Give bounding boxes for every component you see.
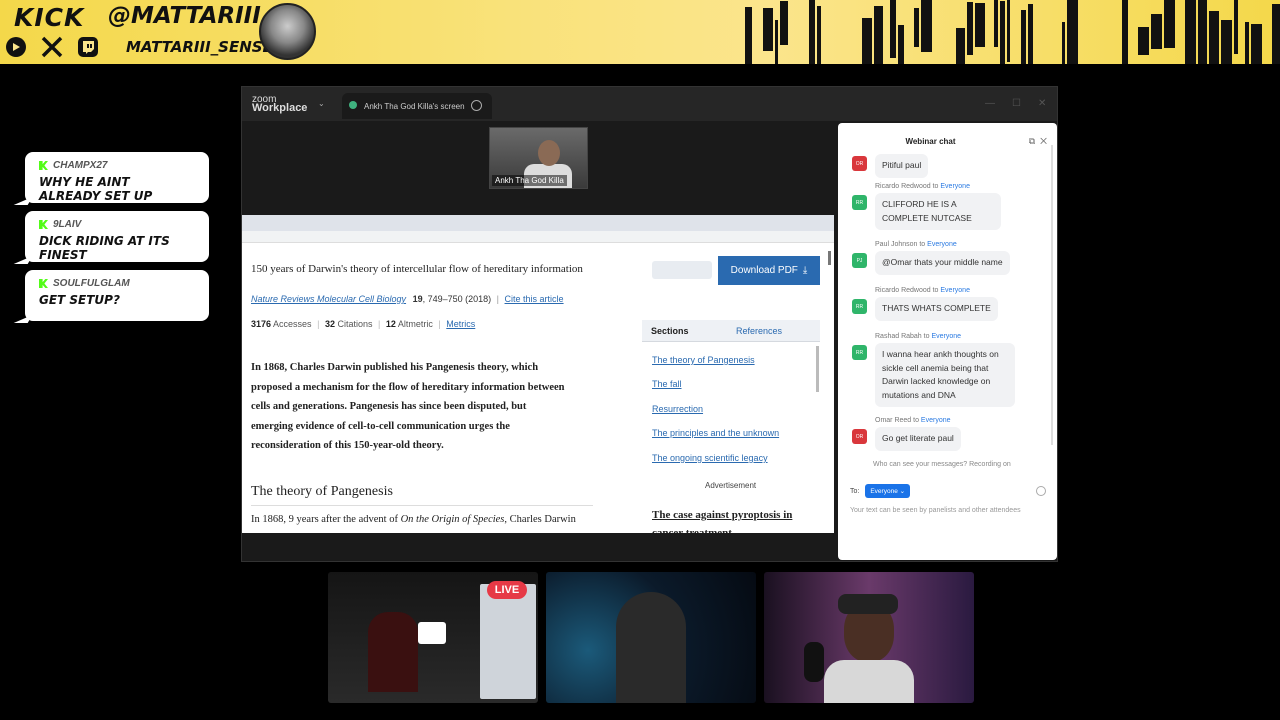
kick-logo: KICK: [14, 3, 85, 32]
minimize-button[interactable]: —: [985, 98, 995, 109]
chat-message: Ricardo Redwood to Everyone RR CLIFFORD H…: [852, 183, 1001, 230]
avatar: RR: [852, 345, 867, 360]
x-icon: [38, 35, 66, 59]
journal-link[interactable]: Nature Reviews Molecular Cell Biology: [251, 294, 406, 304]
chat-input[interactable]: Your text can be seen by panelists and o…: [850, 505, 1025, 516]
tab-sections[interactable]: Sections: [651, 326, 689, 336]
shared-screen: 150 years of Darwin's theory of intercel…: [242, 215, 834, 533]
zoom-titlebar: zoom Workplace ⌄ Ankh Tha God Killa's scr…: [242, 87, 1057, 121]
chat-username: CHAMPX27: [53, 160, 108, 171]
ad-label: Advertisement: [705, 481, 757, 490]
cam-feed-2: [546, 572, 756, 703]
twitch-icon: [74, 35, 102, 59]
popout-icon[interactable]: ⧉: [1029, 136, 1035, 146]
cite-link[interactable]: Cite this article: [505, 294, 564, 304]
tab-shared-screen[interactable]: Ankh Tha God Killa's screen: [342, 93, 492, 119]
chat-text: GET SETUP?: [39, 293, 120, 307]
live-badge: LIVE: [487, 581, 527, 599]
section-link[interactable]: Resurrection: [652, 404, 703, 414]
chat-scrollbar[interactable]: [1051, 145, 1053, 445]
section-link[interactable]: The principles and the unknown: [652, 428, 779, 438]
avatar: RR: [852, 195, 867, 210]
chat-text: DICK RIDING AT ITS FINEST: [39, 234, 170, 262]
avatar: PJ: [852, 253, 867, 268]
stop-share-icon[interactable]: [471, 100, 482, 111]
microphone: [804, 642, 824, 682]
section-link[interactable]: The ongoing scientific legacy: [652, 453, 768, 463]
speaker-name: Ankh Tha God Killa: [492, 175, 567, 186]
page-scrollbar[interactable]: [828, 251, 831, 265]
metrics-line: 3176 Accesses | 32 Citations | 12 Altmet…: [251, 319, 476, 329]
barcode-pattern: [745, 0, 1280, 64]
webinar-chat-title: Webinar chat: [905, 137, 956, 146]
avatar: OR: [852, 429, 867, 444]
webinar-chat-panel: Webinar chat ⧉ ✕ OR Pitiful paul Ricardo …: [838, 123, 1057, 560]
speaker-video: Ankh Tha God Killa: [489, 127, 588, 189]
cam-feed-3: [764, 572, 974, 703]
section-link[interactable]: The theory of Pangenesis: [652, 355, 755, 365]
ad-title-link[interactable]: The case against pyroptosis in cancer tr…: [652, 506, 822, 533]
youtube-icon: [2, 35, 30, 59]
emoji-icon[interactable]: [1036, 486, 1046, 496]
chat-message: Paul Johnson to Everyone PJ @Omar thats y…: [852, 241, 1010, 275]
overlay-chat-message: SOULFULGLAM GET SETUP?: [25, 270, 209, 321]
kick-icon: [39, 161, 48, 170]
streamer-sub-handle: MATTARIII_SENSEI: [126, 38, 279, 56]
stream-banner: KICK @MATTARIII MATTARIII_SENSEI: [0, 0, 1280, 64]
kick-icon: [39, 279, 48, 288]
chat-message: OR Pitiful paul: [852, 151, 929, 178]
chat-message: Rashad Rabah to Everyone RR I wanna hear …: [852, 333, 1015, 407]
browser-urlbar: [242, 231, 834, 243]
chat-username: 9LAIV: [53, 219, 82, 230]
overlay-chat-message: 9LAIV DICK RIDING AT ITS FINEST: [25, 211, 209, 262]
section-link[interactable]: The fall: [652, 379, 682, 389]
chevron-down-icon[interactable]: ⌄: [318, 99, 325, 108]
article-paragraph: In 1868, 9 years after the advent of On …: [251, 514, 576, 525]
share-icon: [349, 101, 357, 109]
article-abstract: In 1868, Charles Darwin published his Pa…: [251, 362, 565, 451]
monitor-icon: [418, 622, 446, 644]
close-icon[interactable]: ✕: [1040, 136, 1047, 146]
chat-username: SOULFULGLAM: [53, 278, 130, 289]
maximize-button[interactable]: ☐: [1012, 98, 1021, 109]
message-visibility-link[interactable]: Who can see your messages? Recording on: [873, 461, 1011, 468]
journal-line: Nature Reviews Molecular Cell Biology 19…: [251, 294, 564, 304]
browser-tabs: [242, 215, 834, 231]
sections-scrollbar[interactable]: [816, 346, 819, 392]
phone-screen: [480, 584, 536, 699]
recipient-select[interactable]: Everyone ⌄: [865, 484, 911, 498]
download-pdf-button[interactable]: Download PDF ⤓: [718, 256, 820, 285]
zoom-brand: zoom Workplace: [252, 94, 308, 114]
section-heading: The theory of Pangenesis: [251, 484, 393, 499]
avatar: OR: [852, 156, 867, 171]
chat-text: WHY HE AINT ALREADY SET UP: [39, 175, 153, 203]
kick-icon: [39, 220, 48, 229]
close-button[interactable]: ✕: [1038, 98, 1046, 109]
article-title: 150 years of Darwin's theory of intercel…: [251, 263, 583, 275]
overlay-chat-message: CHAMPX27 WHY HE AINT ALREADY SET UP: [25, 152, 209, 203]
tab-references[interactable]: References: [736, 326, 782, 336]
streamer-handle: @MATTARIII: [108, 3, 261, 29]
sections-tabs: Sections References: [642, 320, 820, 342]
streamer-avatar: [259, 3, 316, 60]
chat-message: Ricardo Redwood to Everyone RR THATS WHAT…: [852, 287, 998, 321]
avatar: RR: [852, 299, 867, 314]
zoom-window: zoom Workplace ⌄ Ankh Tha God Killa's scr…: [241, 86, 1058, 562]
chat-message: Omar Reed to Everyone OR Go get literate …: [852, 417, 961, 451]
recipient-row: To: Everyone ⌄: [850, 484, 911, 498]
download-icon: ⤓: [802, 265, 808, 276]
metrics-link[interactable]: Metrics: [446, 319, 475, 329]
